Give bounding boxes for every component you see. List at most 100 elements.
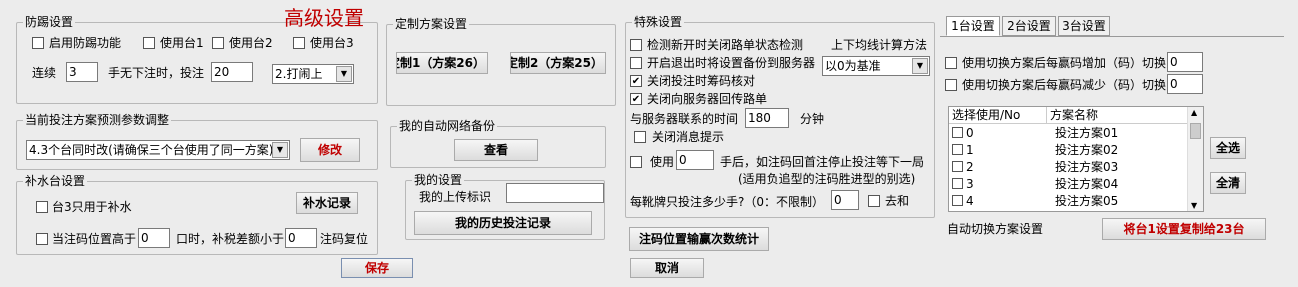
- enable-anti-kick-checkbox[interactable]: [32, 37, 44, 49]
- clear-all-button[interactable]: 全清: [1210, 172, 1246, 194]
- tab-table2[interactable]: 2台设置: [1002, 16, 1056, 36]
- inc-switch-input[interactable]: [1167, 52, 1203, 72]
- special-legend: 特殊设置: [632, 15, 685, 29]
- use-table2-label: 使用台2: [229, 36, 273, 50]
- row-checkbox[interactable]: [952, 127, 963, 138]
- upload-id-label: 我的上传标识: [419, 190, 492, 204]
- list-item[interactable]: 0 投注方案01: [949, 125, 1189, 141]
- close-chip-check-label: 关闭投注时筹码核对: [647, 74, 756, 88]
- custom-plan-legend: 定制方案设置: [393, 17, 470, 31]
- base-select-value: 以0为基准: [825, 59, 881, 73]
- list-item[interactable]: 4 投注方案05: [949, 193, 1189, 209]
- inc-switch-checkbox[interactable]: [945, 57, 957, 69]
- predict-select-value: 4.3个台同时改(请确保三个台使用了同一方案): [29, 143, 274, 157]
- row-checkbox[interactable]: [952, 161, 963, 172]
- view-backup-button[interactable]: 查看: [454, 139, 538, 161]
- scroll-up-icon[interactable]: ▲: [1191, 108, 1197, 117]
- copy-settings-button[interactable]: 将台1设置复制给23台: [1102, 218, 1266, 240]
- predict-select[interactable]: 4.3个台同时改(请确保三个台使用了同一方案) ▼: [26, 140, 290, 160]
- after-text-label: 手后，如注码回首注停止投注等下一局: [720, 155, 925, 169]
- bet-amount-input[interactable]: [211, 62, 253, 82]
- scroll-down-icon[interactable]: ▼: [1191, 201, 1197, 210]
- close-messages-label: 关闭消息提示: [652, 130, 725, 144]
- row-checkbox[interactable]: [952, 195, 963, 206]
- close-upload-road-checkbox[interactable]: [630, 93, 642, 105]
- row-no: 0: [966, 126, 974, 140]
- pos-input[interactable]: [138, 228, 170, 248]
- tab-table1[interactable]: 1台设置: [946, 16, 1000, 36]
- server-time-input[interactable]: [745, 108, 789, 128]
- mode-select[interactable]: 2.打闹上 ▼: [272, 64, 354, 84]
- plan-list[interactable]: 选择使用/No 方案名称 0 投注方案01 1 投注方案02 2 投注方案03 3 投注…: [948, 106, 1204, 212]
- base-select[interactable]: 以0为基准 ▼: [822, 56, 930, 76]
- row-name: 投注方案02: [1055, 143, 1119, 157]
- use-table3-label: 使用台3: [310, 36, 354, 50]
- custom2-button[interactable]: 定制2（方案25）: [510, 52, 606, 74]
- updown-method-label: 上下均线计算方法: [831, 38, 928, 52]
- custom1-button[interactable]: 定制1（方案26）: [396, 52, 488, 74]
- dec-switch-checkbox[interactable]: [945, 79, 957, 91]
- row-no: 1: [966, 143, 974, 157]
- dec-switch-input[interactable]: [1167, 74, 1203, 94]
- row-name: 投注方案03: [1055, 160, 1119, 174]
- max-hands-input[interactable]: [831, 190, 859, 210]
- consecutive-label: 连续: [32, 66, 57, 80]
- row-checkbox[interactable]: [952, 178, 963, 189]
- select-all-button[interactable]: 全选: [1210, 137, 1246, 159]
- predict-legend: 当前投注方案预测参数调整: [23, 113, 172, 127]
- row-no: 2: [966, 160, 974, 174]
- chevron-down-icon: ▼: [912, 58, 928, 74]
- list-scrollbar[interactable]: ▲ ▼: [1187, 107, 1203, 211]
- close-chip-check-checkbox[interactable]: [630, 75, 642, 87]
- stats-button[interactable]: 注码位置输赢次数统计: [629, 227, 769, 251]
- refill-legend: 补水台设置: [23, 174, 88, 188]
- save-button[interactable]: 保存: [341, 258, 413, 278]
- auto-switch-label: 自动切换方案设置: [947, 222, 1044, 236]
- inc-switch-label: 使用切换方案后每赢码增加（码）切换: [962, 56, 1167, 70]
- mode-select-value: 2.打闹上: [275, 67, 323, 81]
- history-button[interactable]: 我的历史投注记录: [414, 211, 592, 235]
- tab-table3[interactable]: 3台设置: [1058, 16, 1110, 36]
- col-header-no[interactable]: 选择使用/No: [949, 107, 1047, 124]
- reset-label: 注码复位: [320, 232, 369, 246]
- use-after-checkbox[interactable]: [630, 156, 642, 168]
- cancel-button[interactable]: 取消: [630, 258, 704, 278]
- max-hands-label: 每靴牌只投注多少手?（0：不限制）: [630, 195, 825, 209]
- close-messages-checkbox[interactable]: [634, 131, 646, 143]
- use-table2-checkbox[interactable]: [212, 37, 224, 49]
- go-tie-checkbox[interactable]: [868, 195, 880, 207]
- list-item[interactable]: 1 投注方案02: [949, 142, 1189, 158]
- row-name: 投注方案04: [1055, 177, 1119, 191]
- use-table1-label: 使用台1: [160, 36, 204, 50]
- advanced-settings-title: 高级设置: [284, 6, 364, 30]
- modify-button[interactable]: 修改: [300, 138, 360, 162]
- table3-refill-label: 台3只用于补水: [52, 200, 132, 214]
- minutes-label: 分钟: [800, 112, 825, 126]
- refill-record-button[interactable]: 补水记录: [296, 192, 358, 214]
- scroll-thumb[interactable]: [1190, 123, 1201, 139]
- enable-anti-kick-label: 启用防踢功能: [49, 36, 122, 50]
- upload-id-input[interactable]: [506, 183, 604, 203]
- use-label: 使用: [650, 155, 675, 169]
- col-header-name[interactable]: 方案名称: [1047, 107, 1189, 124]
- row-name: 投注方案05: [1055, 194, 1119, 208]
- table3-refill-checkbox[interactable]: [36, 201, 48, 213]
- use-table1-checkbox[interactable]: [143, 37, 155, 49]
- pos-reset-checkbox[interactable]: [36, 233, 48, 245]
- list-item[interactable]: 2 投注方案03: [949, 159, 1189, 175]
- row-checkbox[interactable]: [952, 144, 963, 155]
- row-no: 4: [966, 194, 974, 208]
- go-tie-label: 去和: [885, 194, 910, 208]
- diff-input[interactable]: [285, 228, 317, 248]
- row-name: 投注方案01: [1055, 126, 1119, 140]
- detect-close-checkbox[interactable]: [630, 39, 642, 51]
- use-table3-checkbox[interactable]: [293, 37, 305, 49]
- consecutive-input[interactable]: [66, 62, 98, 82]
- server-time-label: 与服务器联系的时间: [630, 112, 739, 126]
- list-item[interactable]: 3 投注方案04: [949, 176, 1189, 192]
- backup-on-exit-checkbox[interactable]: [630, 57, 642, 69]
- row-no: 3: [966, 177, 974, 191]
- use-after-input[interactable]: [676, 150, 714, 170]
- backup-on-exit-label: 开启退出时将设置备份到服务器: [647, 56, 816, 70]
- my-settings-legend: 我的设置: [412, 173, 465, 187]
